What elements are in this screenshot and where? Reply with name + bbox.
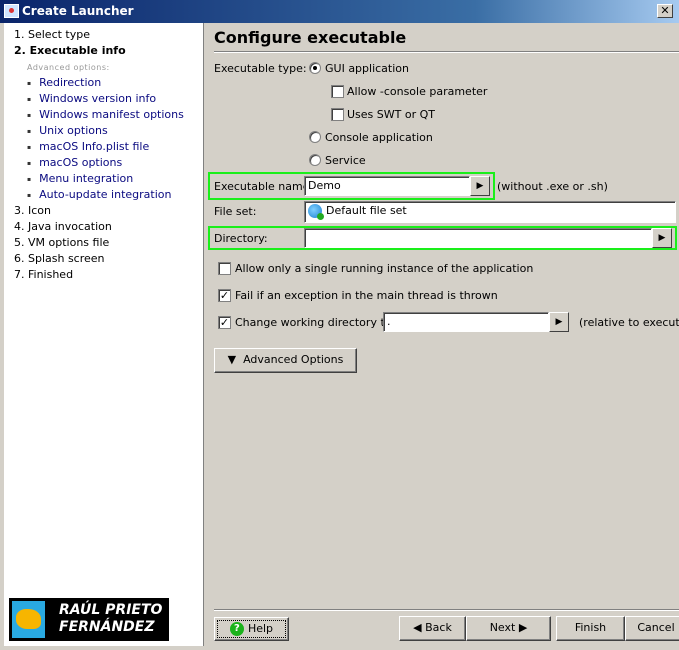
help-label: Help (247, 622, 274, 635)
console-app-radio[interactable] (309, 131, 321, 143)
gui-app-label: GUI application (325, 62, 409, 75)
substep-windows-version-info[interactable]: Windows version info (27, 92, 156, 105)
fail-exception-label: Fail if an exception in the main thread … (235, 289, 498, 302)
directory-arrow-button[interactable]: ▶ (652, 228, 672, 248)
exe-name-input[interactable]: Demo (304, 176, 470, 196)
arrow-left-icon: ◀ (413, 621, 422, 634)
close-button[interactable]: ✕ (657, 4, 673, 18)
triangle-down-icon: ▼ (227, 353, 237, 366)
next-label: Next (489, 621, 516, 634)
step-icon[interactable]: 3. Icon (14, 204, 51, 217)
logo-text-2: FERNÁNDEZ (59, 619, 155, 635)
substep-windows-manifest[interactable]: Windows manifest options (27, 108, 184, 121)
substep-redirection[interactable]: Redirection (27, 76, 101, 89)
help-button[interactable]: ? Help (214, 617, 289, 641)
arrow-right-icon: ▶ (518, 621, 528, 634)
change-dir-hint: (relative to executal (579, 316, 679, 329)
footer-divider (214, 609, 679, 611)
step-finished[interactable]: 7. Finished (14, 268, 73, 281)
change-dir-checkbox[interactable]: ✓ (218, 316, 231, 329)
exe-name-arrow-button[interactable]: ▶ (470, 176, 490, 196)
window-title: Create Launcher (22, 4, 134, 18)
change-dir-input[interactable]: . (383, 312, 549, 332)
file-set-label: File set: (214, 205, 257, 218)
substep-auto-update[interactable]: Auto-update integration (27, 188, 171, 201)
finish-button[interactable]: Finish (556, 616, 625, 641)
divider (214, 51, 679, 53)
service-label: Service (325, 154, 366, 167)
single-instance-checkbox[interactable] (218, 262, 231, 275)
fail-exception-checkbox[interactable]: ✓ (218, 289, 231, 302)
uses-swt-checkbox[interactable] (331, 108, 344, 121)
page-title: Configure executable (214, 28, 407, 47)
file-set-value: Default file set (326, 204, 407, 217)
service-radio[interactable] (309, 154, 321, 166)
next-button[interactable]: Next ▶ (466, 616, 551, 641)
globe-check-icon (308, 204, 324, 220)
console-app-label: Console application (325, 131, 433, 144)
help-icon: ? (229, 622, 244, 636)
allow-console-label: Allow -console parameter (347, 85, 488, 98)
substep-macos-options[interactable]: macOS options (27, 156, 122, 169)
uses-swt-label: Uses SWT or QT (347, 108, 435, 121)
step-java-invocation[interactable]: 4. Java invocation (14, 220, 112, 233)
logo: RAÚL PRIETO FERNÁNDEZ (9, 598, 169, 641)
brain-icon (12, 601, 45, 638)
logo-text-1: RAÚL PRIETO (59, 602, 163, 618)
steps-sidebar: 1. Select type 2. Executable info Advanc… (4, 23, 204, 646)
change-dir-arrow-button[interactable]: ▶ (549, 312, 569, 332)
advanced-options-label: Advanced options: (27, 63, 110, 72)
exe-type-label: Executable type: (214, 62, 307, 75)
change-dir-label: Change working directory to: (235, 316, 396, 329)
app-icon (4, 4, 19, 18)
allow-console-checkbox[interactable] (331, 85, 344, 98)
substep-menu-integration[interactable]: Menu integration (27, 172, 133, 185)
substep-unix-options[interactable]: Unix options (27, 124, 108, 137)
exe-name-hint: (without .exe or .sh) (497, 180, 608, 193)
file-set-select[interactable]: Default file set (304, 201, 676, 223)
title-bar: Create Launcher ✕ (0, 0, 679, 23)
gui-app-radio[interactable] (309, 62, 321, 74)
exe-name-label: Executable name: (214, 180, 314, 193)
single-instance-label: Allow only a single running instance of … (235, 262, 534, 275)
advanced-options-button[interactable]: ▼ Advanced Options (214, 348, 357, 373)
cancel-button[interactable]: Cancel (625, 616, 679, 641)
step-select-type[interactable]: 1. Select type (14, 28, 90, 41)
back-label: Back (425, 621, 452, 634)
advanced-options-label: Advanced Options (243, 353, 344, 366)
step-splash-screen[interactable]: 6. Splash screen (14, 252, 105, 265)
directory-input[interactable] (304, 228, 652, 248)
directory-label: Directory: (214, 232, 268, 245)
step-executable-info[interactable]: 2. Executable info (14, 44, 126, 57)
step-vm-options[interactable]: 5. VM options file (14, 236, 109, 249)
substep-macos-plist[interactable]: macOS Info.plist file (27, 140, 149, 153)
back-button[interactable]: ◀ Back (399, 616, 466, 641)
